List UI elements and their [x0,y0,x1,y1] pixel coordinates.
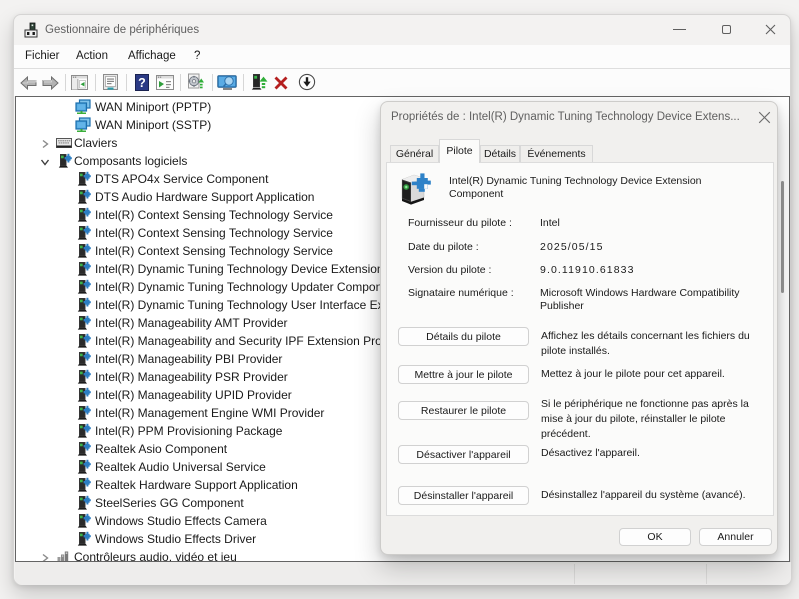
svg-text:?: ? [138,76,146,90]
